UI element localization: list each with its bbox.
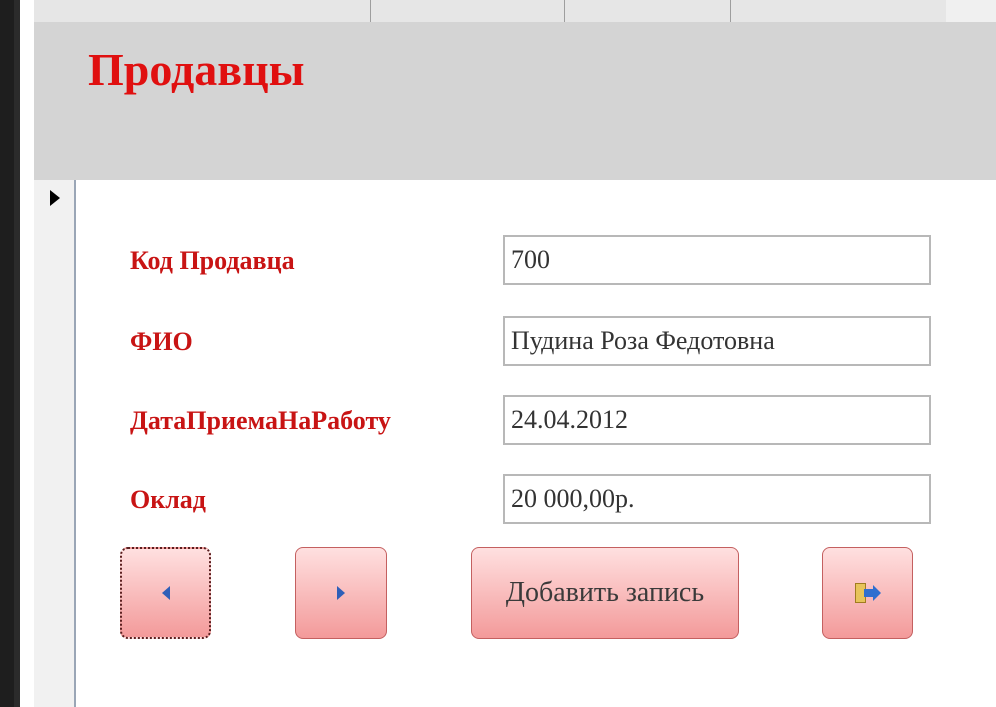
exit-button[interactable] <box>822 547 913 639</box>
next-record-button[interactable] <box>295 547 387 639</box>
add-record-label: Добавить запись <box>505 577 705 608</box>
tab-separator <box>564 0 565 22</box>
full-name-field[interactable]: Пудина Роза Федотовна <box>503 316 931 366</box>
tab-separator <box>370 0 371 22</box>
label-hire-date: ДатаПриемаНаРаботу <box>130 406 391 435</box>
tab-strip-end <box>946 0 996 22</box>
triangle-left-icon <box>161 586 170 600</box>
form-title: Продавцы <box>88 44 305 95</box>
exit-door-icon <box>854 582 881 604</box>
tab-strip <box>34 0 946 23</box>
seller-code-field[interactable]: 700 <box>503 235 931 285</box>
tab-separator <box>730 0 731 22</box>
record-pointer-icon <box>50 190 60 206</box>
triangle-right-icon <box>337 586 345 600</box>
label-salary: Оклад <box>130 485 206 514</box>
salary-field[interactable]: 20 000,00р. <box>503 474 931 524</box>
add-record-button[interactable]: Добавить запись <box>471 547 739 639</box>
window-border <box>14 0 20 707</box>
record-selector[interactable] <box>34 180 76 707</box>
label-seller-code: Код Продавца <box>130 246 295 275</box>
previous-record-button[interactable] <box>120 547 211 639</box>
hire-date-field[interactable]: 24.04.2012 <box>503 395 931 445</box>
label-full-name: ФИО <box>130 327 193 356</box>
